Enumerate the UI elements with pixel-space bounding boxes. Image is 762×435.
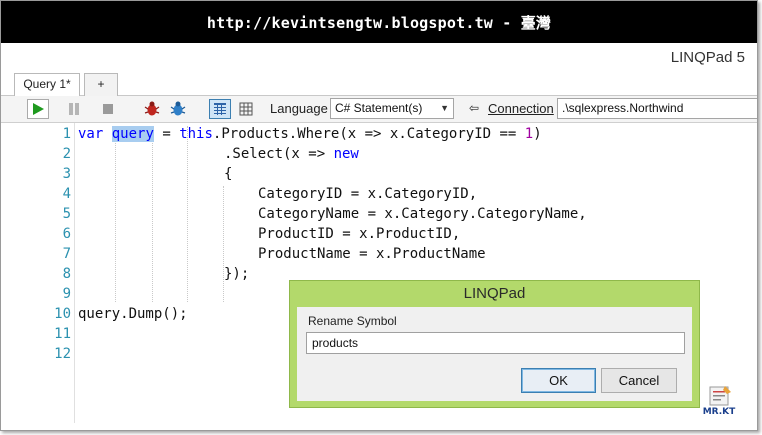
pause-button[interactable] [63,99,85,119]
selected-symbol[interactable]: query [111,126,154,142]
grid-results-icon [214,103,226,115]
line-number: 9 [62,286,71,302]
app-window: http://kevintsengtw.blogspot.tw - 臺灣 LIN… [0,0,758,431]
line-number: 3 [62,166,71,182]
code-line: query.Dump(); [78,306,188,322]
code-token: = [153,126,180,142]
add-tab-button[interactable]: + [84,73,118,96]
code-line: CategoryName = x.Category.CategoryName, [258,206,587,222]
ok-button[interactable]: OK [521,368,596,393]
dialog-body: Rename Symbol products OK Cancel [297,307,692,401]
number-token: 1 [524,126,534,142]
play-icon [33,103,44,115]
keyword-token: new [333,146,359,162]
connection-label[interactable]: Connection [488,101,554,116]
code-line: }); [224,266,250,282]
data-grid-results-button[interactable] [235,99,257,119]
line-number: 1 [62,126,71,142]
stop-button[interactable] [97,99,119,119]
run-button[interactable] [27,99,49,119]
connection-select-value: .\sqlexpress.Northwind [562,101,684,115]
language-select[interactable]: C# Statement(s) ▼ [330,98,454,119]
line-number: 5 [62,206,71,222]
rename-symbol-label: Rename Symbol [308,314,397,328]
indent-guide [115,126,116,302]
line-number: 4 [62,186,71,202]
notebook-icon [709,386,731,406]
line-number: 2 [62,146,71,162]
line-number: 6 [62,226,71,242]
indent-guide [223,186,224,302]
toolbar: Language C# Statement(s) ▼ ⇦ Connection … [1,96,757,123]
app-title: LINQPad 5 [670,49,745,66]
line-number: 10 [54,306,71,322]
cancel-button[interactable]: Cancel [601,368,677,393]
language-label: Language [270,101,328,116]
connection-select[interactable]: .\sqlexpress.Northwind [557,98,757,119]
code-token: .Select(x => [224,146,334,162]
code-token: .Products.Where(x => x.CategoryID == [212,126,525,142]
symbol-name-input[interactable]: products [306,332,685,354]
url-banner: http://kevintsengtw.blogspot.tw - 臺灣 [1,1,757,43]
tab-query-1[interactable]: Query 1* [14,73,80,97]
line-number: 7 [62,246,71,262]
title-bar: LINQPad 5 [1,43,757,73]
connection-arrow-icon: ⇦ [469,101,480,115]
code-line: { [224,166,233,182]
rename-symbol-dialog: LINQPad Rename Symbol products OK Cancel [289,280,700,408]
code-line: CategoryID = x.CategoryID, [258,186,478,202]
dialog-title: LINQPad [463,285,526,302]
chevron-down-icon: ▼ [440,103,449,113]
debug-break-button[interactable] [141,99,163,119]
line-number: 11 [54,326,71,342]
code-line: var query = this.Products.Where(x => x.C… [78,124,542,144]
debug-button[interactable] [167,99,189,119]
code-token: ) [533,126,542,142]
indent-guide [187,126,188,302]
rich-text-results-button[interactable] [209,99,231,119]
code-line: .Select(x => new [224,144,359,164]
table-results-icon [239,102,253,116]
indent-guide [152,126,153,302]
code-line: ProductName = x.ProductName [258,246,486,262]
pause-icon [69,103,79,115]
language-select-value: C# Statement(s) [335,101,423,115]
bug-blue-icon [170,101,186,116]
stop-icon [103,104,113,114]
tab-bar: Query 1* + [1,73,757,97]
keyword-token: this [179,126,213,142]
line-number: 12 [54,346,71,362]
mrkt-logo: MR.KT [701,385,737,425]
code-line: ProductID = x.ProductID, [258,226,461,242]
logo-text: MR.KT [702,407,736,417]
keyword-token: var [78,126,104,142]
bug-red-icon [144,101,160,116]
line-number: 8 [62,266,71,282]
